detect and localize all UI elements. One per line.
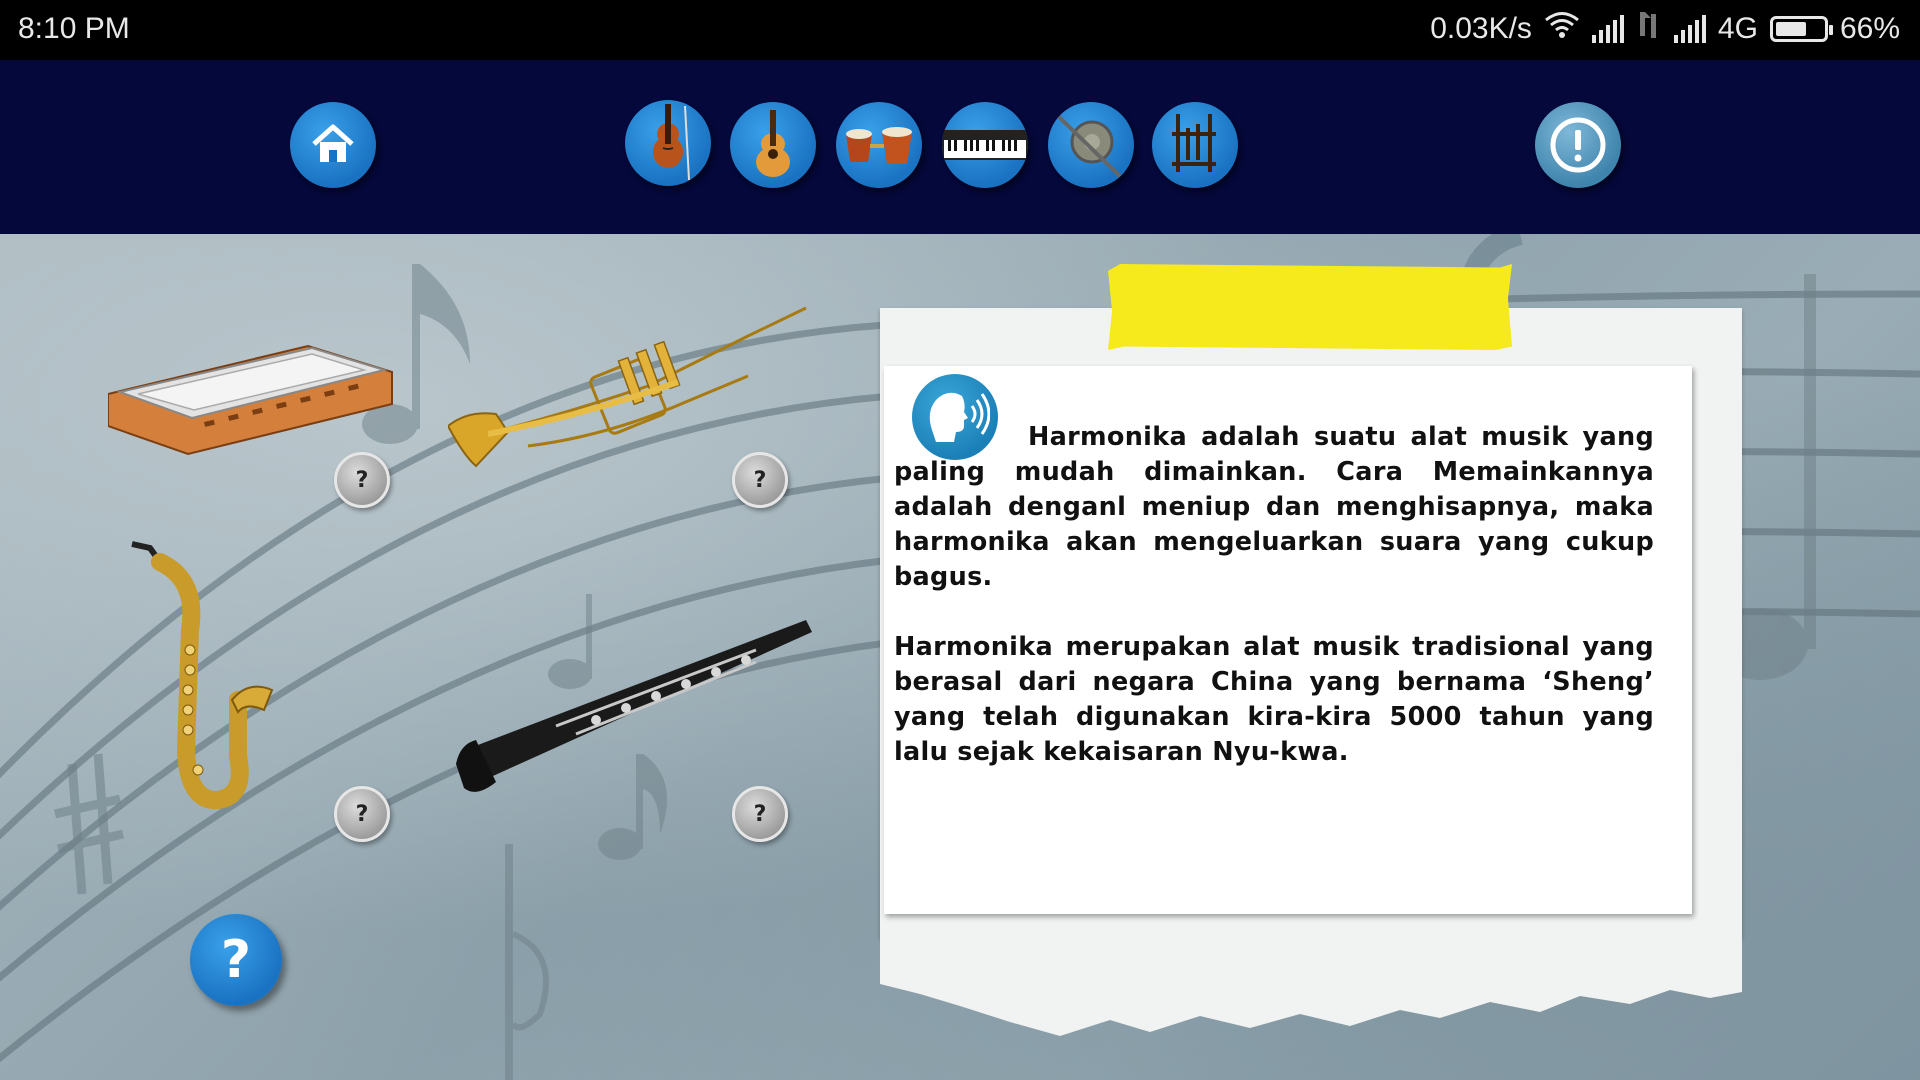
gong-icon	[1056, 114, 1128, 184]
battery-percent: 66%	[1839, 12, 1900, 45]
description-paragraph-2: Harmonika merupakan alat musik tradision…	[894, 632, 1654, 767]
status-icons: 0.03K/s 4G 66%	[1430, 10, 1900, 48]
battery-icon	[1769, 16, 1833, 42]
harmonica-image[interactable]	[108, 342, 396, 462]
signal-icon-2	[1673, 15, 1706, 43]
signal-icon	[1591, 15, 1624, 43]
drums-category-button[interactable]	[836, 102, 922, 188]
saxophone-question-button[interactable]: ?	[334, 786, 390, 842]
note-torn-edge	[880, 924, 1742, 1036]
yellow-tape	[1108, 264, 1512, 350]
data-transfer-icon	[1636, 10, 1662, 48]
home-button[interactable]	[290, 102, 376, 188]
harmonica-question-button[interactable]: ?	[334, 452, 390, 508]
clarinet-question-button[interactable]: ?	[732, 786, 788, 842]
description-text: Harmonika adalah suatu alat musik yang p…	[894, 420, 1654, 770]
battery-fill	[1775, 22, 1807, 36]
app-nav-bar	[0, 60, 1920, 234]
status-bar: 8:10 PM 0.03K/s 4G 66%	[0, 0, 1920, 60]
status-time: 8:10 PM	[18, 12, 130, 45]
description-paragraph-1: Harmonika adalah suatu alat musik yang p…	[894, 422, 1654, 592]
info-button[interactable]	[1535, 102, 1621, 188]
trumpet-question-button[interactable]: ?	[732, 452, 788, 508]
keyboard-category-button[interactable]	[942, 102, 1028, 188]
exclamation-icon	[1550, 117, 1606, 173]
gong-category-button[interactable]	[1048, 102, 1134, 188]
clarinet-image[interactable]	[456, 614, 816, 814]
help-button[interactable]: ?	[190, 914, 282, 1006]
saxophone-image[interactable]	[128, 540, 278, 820]
piano-keyboard-icon	[942, 130, 1028, 160]
guitar-icon	[756, 110, 790, 177]
angklung-icon	[1172, 114, 1216, 172]
violin-icon	[653, 104, 690, 181]
network-type: 4G	[1717, 12, 1758, 45]
home-icon	[312, 124, 354, 162]
angklung-category-button[interactable]	[1152, 102, 1238, 188]
guitar-category-button[interactable]	[730, 102, 816, 188]
content-area: ? ? ? ? ? Harmonika adalah suatu alat mu…	[0, 234, 1920, 1080]
violin-category-button[interactable]	[625, 100, 711, 186]
wifi-icon	[1544, 11, 1580, 47]
net-speed: 0.03K/s	[1430, 12, 1532, 45]
bongo-drums-icon	[846, 127, 912, 164]
